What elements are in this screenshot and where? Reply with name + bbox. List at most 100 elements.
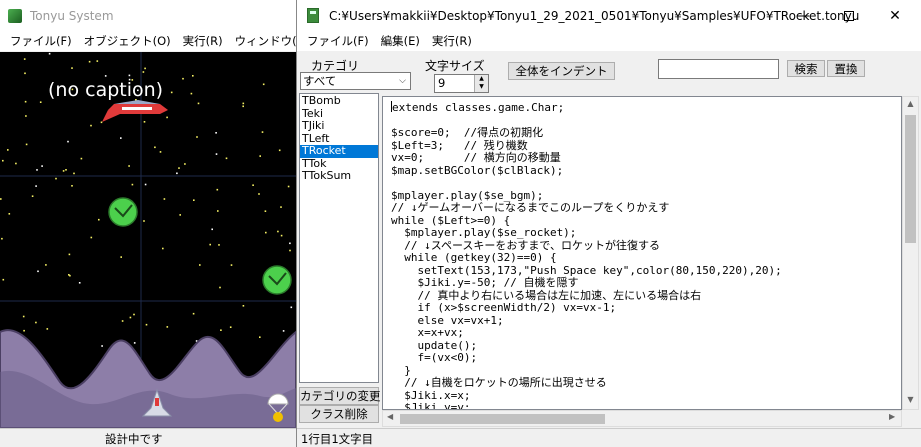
- scroll-up-icon[interactable]: ▲: [903, 99, 918, 108]
- star: [24, 72, 26, 75]
- star: [48, 52, 51, 55]
- horizontal-scrollbar[interactable]: ◀ ▶: [382, 410, 902, 427]
- search-button[interactable]: 検索: [787, 60, 825, 77]
- category-value: すべて: [303, 74, 337, 88]
- code-line[interactable]: // ↓ゲームオーバーになるまでこのループをくりかえす: [391, 201, 901, 215]
- star: [22, 315, 25, 318]
- code-line[interactable]: $mplayer.play($se_rocket);: [391, 226, 901, 240]
- star: [289, 249, 291, 252]
- font-size-label: 文字サイズ: [425, 59, 485, 73]
- horizontal-scroll-thumb[interactable]: [400, 414, 605, 424]
- back-menu-file[interactable]: ファイル(F): [4, 33, 78, 49]
- code-line[interactable]: vx=0; // 横方向の移動量: [391, 151, 901, 165]
- menu-file[interactable]: ファイル(F): [301, 33, 375, 49]
- category-select[interactable]: すべて ⌵: [300, 72, 411, 90]
- scroll-down-icon[interactable]: ▼: [903, 395, 918, 404]
- minimize-icon: —: [796, 7, 810, 24]
- spin-arrows-icon[interactable]: ▲ ▼: [474, 75, 488, 92]
- code-editor[interactable]: extends classes.game.Char; $score=0; //得…: [382, 96, 902, 410]
- code-line[interactable]: // ↓自機をロケットの場所に出現させる: [391, 376, 901, 390]
- star: [15, 162, 17, 165]
- class-item-ttoksum[interactable]: TTokSum: [300, 169, 378, 183]
- star: [62, 170, 65, 172]
- code-line[interactable]: [391, 177, 901, 190]
- class-item-tbomb[interactable]: TBomb: [300, 94, 378, 108]
- star: [104, 75, 107, 77]
- star: [2, 159, 4, 162]
- code-line[interactable]: else vx=vx+1;: [391, 314, 901, 328]
- tonyu-app-icon: [8, 8, 22, 23]
- star: [73, 172, 75, 175]
- star: [2, 278, 5, 281]
- star: [101, 345, 103, 347]
- star: [262, 83, 265, 86]
- change-category-button[interactable]: カテゴリの変更: [299, 387, 381, 405]
- replace-button[interactable]: 置換: [827, 60, 865, 77]
- star: [36, 169, 38, 171]
- font-size-stepper[interactable]: 9 ▲ ▼: [434, 74, 489, 93]
- close-icon: ✕: [889, 7, 901, 24]
- star: [252, 184, 254, 186]
- star: [98, 218, 100, 221]
- class-item-tjiki[interactable]: TJiki: [300, 119, 378, 133]
- game-canvas[interactable]: (no caption): [0, 52, 296, 428]
- rocket-sprite: [102, 100, 168, 122]
- star: [35, 185, 37, 187]
- back-menu-bar: ファイル(F) オブジェクト(O) 実行(R) ウィンドウ(W) オ: [0, 31, 336, 51]
- star: [219, 286, 221, 289]
- editor-window: C:¥Users¥makkii¥Desktop¥Tonyu1_29_2021_0…: [296, 0, 921, 447]
- star: [166, 116, 168, 119]
- maximize-button[interactable]: [826, 0, 872, 31]
- star: [120, 137, 122, 139]
- code-line[interactable]: $score=0; //得点の初期化: [391, 126, 901, 140]
- code-line[interactable]: while (getkey(32)==0) {: [391, 251, 901, 265]
- code-line[interactable]: f=(vx<0);: [391, 351, 901, 365]
- star: [289, 242, 291, 245]
- search-input[interactable]: [658, 59, 779, 79]
- code-line[interactable]: $Jiki.y=-50; // 自機を隠す: [391, 276, 901, 290]
- star: [216, 188, 219, 191]
- delete-class-button[interactable]: クラス削除: [299, 405, 379, 423]
- game-scene: (no caption): [0, 52, 296, 428]
- code-text[interactable]: extends classes.game.Char; $score=0; //得…: [383, 97, 901, 409]
- editor-status-bar: 1行目1文字目: [297, 428, 921, 447]
- minimize-button[interactable]: —: [780, 0, 826, 31]
- close-button[interactable]: ✕: [872, 0, 918, 31]
- star: [24, 100, 27, 103]
- star: [67, 140, 69, 143]
- star: [209, 243, 211, 246]
- class-item-trocket[interactable]: TRocket: [300, 144, 378, 158]
- editor-menu-bar: ファイル(F) 編集(E) 実行(R): [297, 31, 921, 51]
- chevron-down-icon: ⌵: [399, 76, 406, 86]
- star: [131, 183, 134, 186]
- code-line[interactable]: extends classes.game.Char;: [391, 101, 901, 115]
- vertical-scrollbar[interactable]: ▲ ▼: [902, 96, 919, 410]
- back-menu-run[interactable]: 実行(R): [177, 33, 229, 49]
- code-line[interactable]: if (x>$screenWidth/2) vx=vx-1;: [391, 301, 901, 315]
- scroll-right-icon[interactable]: ▶: [889, 412, 895, 421]
- code-line[interactable]: $Jiki.y=y;: [391, 401, 901, 409]
- star: [290, 306, 293, 309]
- star: [278, 149, 281, 152]
- star: [133, 313, 135, 316]
- tonyu-file-icon: [307, 8, 319, 23]
- star: [120, 256, 122, 258]
- code-line[interactable]: x=x+vx;: [391, 326, 901, 340]
- scroll-left-icon[interactable]: ◀: [387, 412, 393, 421]
- menu-run[interactable]: 実行(R): [426, 33, 478, 49]
- star: [46, 328, 49, 330]
- caption-text: (no caption): [48, 79, 163, 101]
- star: [128, 165, 130, 167]
- indent-all-button[interactable]: 全体をインデント: [508, 62, 615, 80]
- star: [145, 323, 148, 326]
- menu-edit[interactable]: 編集(E): [375, 33, 426, 49]
- code-line[interactable]: $map.setBGColor($clBlack);: [391, 164, 901, 178]
- class-list: TBomb Teki TJiki TLeft TRocket TTok TTok…: [299, 93, 379, 383]
- vertical-scroll-thumb[interactable]: [905, 115, 916, 243]
- star: [220, 329, 222, 331]
- back-title-bar[interactable]: Tonyu System: [0, 0, 300, 31]
- star: [78, 282, 81, 284]
- back-menu-object[interactable]: オブジェクト(O): [78, 33, 177, 49]
- enemy-ufo-2: [262, 265, 292, 295]
- star: [192, 75, 194, 77]
